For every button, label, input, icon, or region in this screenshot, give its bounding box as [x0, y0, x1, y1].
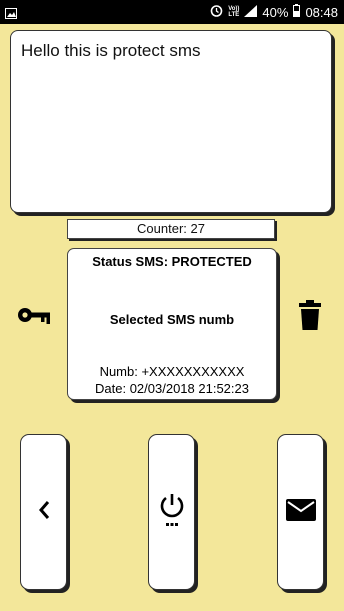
clock: 08:48 — [305, 4, 338, 20]
trash-icon[interactable] — [299, 300, 321, 335]
sms-status-title: Status SMS: PROTECTED — [92, 254, 252, 269]
envelope-icon — [285, 498, 316, 526]
sms-number: Numb: +XXXXXXXXXXX — [99, 364, 245, 379]
chevron-left-icon — [38, 500, 50, 524]
power-icon — [158, 492, 186, 533]
selected-sms-label: Selected SMS numb — [109, 312, 235, 327]
battery-icon — [293, 4, 301, 20]
battery-percent: 40% — [262, 4, 289, 20]
message-text: Hello this is protect sms — [21, 41, 201, 60]
status-bar: Vo)) LTE 40% 08:48 — [0, 0, 344, 24]
counter-label: Counter: 27 — [67, 219, 275, 239]
sms-date: Date: 02/03/2018 21:52:23 — [95, 381, 249, 396]
signal-icon — [244, 4, 258, 20]
image-notification-icon — [5, 6, 17, 24]
alarm-icon — [210, 4, 223, 20]
message-text-area[interactable]: Hello this is protect sms — [10, 30, 332, 213]
volte-indicator: Vo)) LTE — [228, 6, 240, 18]
key-icon[interactable] — [17, 305, 51, 330]
protect-toggle-button[interactable] — [148, 434, 195, 590]
send-sms-button[interactable] — [277, 434, 324, 590]
back-button[interactable] — [20, 434, 67, 590]
sms-status-panel: Status SMS: PROTECTED Selected SMS numb … — [67, 248, 277, 400]
